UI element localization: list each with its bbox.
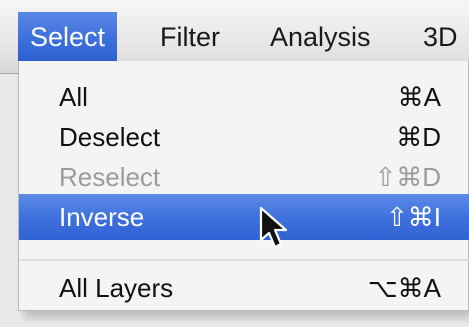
menu-item-all-layers[interactable]: All Layers ⌥⌘A: [19, 265, 469, 311]
menu-item-shortcut: ⇧⌘I: [385, 202, 441, 232]
menu-item-shortcut: ⌘A: [397, 82, 441, 112]
select-menu: All ⌘A Deselect ⌘D Reselect ⇧⌘D Inverse …: [18, 61, 469, 311]
menubar-item-filter[interactable]: Filter: [160, 12, 220, 62]
menu-item-shortcut: ⌥⌘A: [367, 273, 441, 303]
menubar-item-select[interactable]: Select: [18, 12, 118, 62]
menubar-item-analysis[interactable]: Analysis: [270, 12, 371, 62]
menu-item-inverse[interactable]: Inverse ⇧⌘I: [19, 194, 469, 240]
menu-item-label: Deselect: [59, 122, 161, 152]
menu-item-label: Inverse: [59, 202, 145, 232]
menu-item-shortcut: ⇧⌘D: [374, 162, 441, 192]
menu-item-label: Reselect: [59, 162, 161, 192]
menu-item-label: All Layers: [59, 273, 174, 303]
menu-item-label: All: [59, 82, 88, 112]
menu-item-shortcut: ⌘D: [396, 122, 441, 152]
mouse-pointer-icon: [259, 206, 288, 249]
menubar-item-3d[interactable]: 3D: [423, 12, 458, 62]
menu-separator: [19, 259, 469, 261]
